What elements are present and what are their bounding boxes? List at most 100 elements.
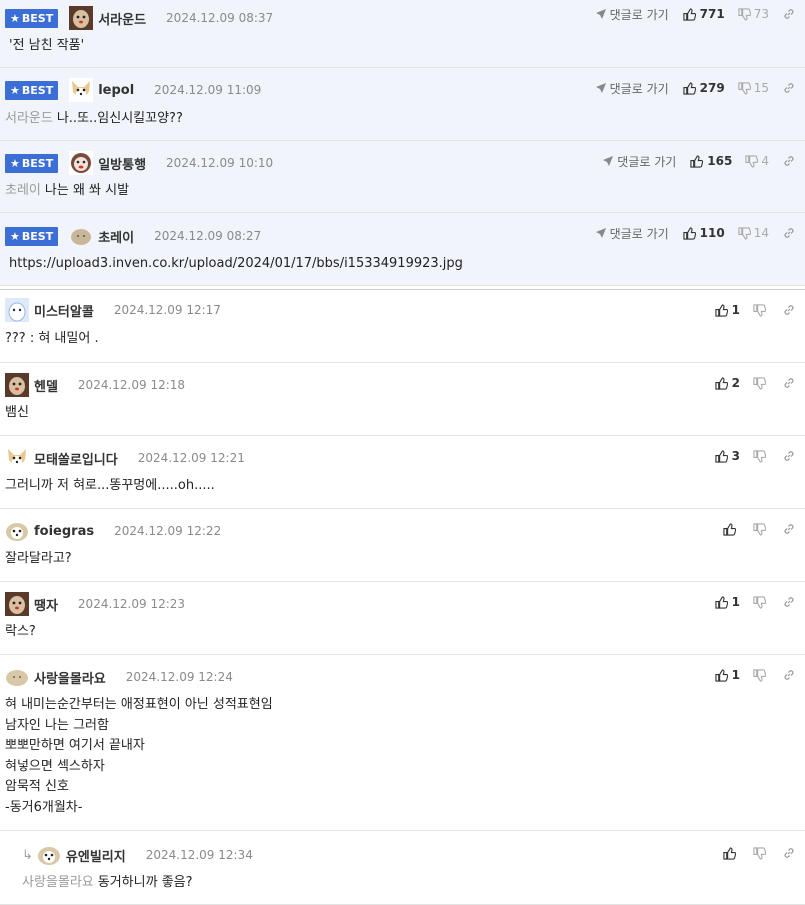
goto-comment-link[interactable]: 댓글로 가기 xyxy=(595,6,669,23)
avatar[interactable] xyxy=(69,78,94,102)
copy-link-button[interactable] xyxy=(783,304,795,316)
arrow-icon xyxy=(603,156,614,166)
nickname[interactable]: 유엔빌리지 xyxy=(66,846,126,865)
avatar[interactable] xyxy=(5,298,29,322)
copy-link-button[interactable] xyxy=(783,669,795,681)
mention[interactable]: 사랑을몰라요 xyxy=(22,875,94,890)
avatar[interactable] xyxy=(5,519,29,543)
copy-link-button[interactable] xyxy=(783,8,795,20)
comment-text: 그러니까 저 혀로...똥꾸멍에.....oh..... xyxy=(5,478,215,493)
nickname[interactable]: lepol xyxy=(98,83,134,98)
downvote-button[interactable]: 4 xyxy=(745,154,769,168)
nickname[interactable]: 미스터알콜 xyxy=(34,301,94,320)
downvote-button[interactable] xyxy=(753,303,769,317)
copy-link-button[interactable] xyxy=(783,847,795,859)
nickname[interactable]: foiegras xyxy=(34,524,94,539)
upvote-button[interactable]: 165 xyxy=(690,154,732,168)
comment-body: 락스? xyxy=(5,622,36,643)
timestamp: 2024.12.09 12:18 xyxy=(77,378,186,392)
mention[interactable]: 서라운드 xyxy=(5,111,53,126)
nickname[interactable]: 땡자 xyxy=(34,595,58,614)
thumbs-down-icon xyxy=(738,81,751,95)
comment-body: 서라운드 나..또..임신시킬꼬양?? xyxy=(5,109,183,130)
link-icon xyxy=(784,524,794,534)
link-icon xyxy=(784,305,794,315)
reply-arrow-icon: ↳ xyxy=(22,847,33,863)
avatar[interactable] xyxy=(5,665,29,689)
downvote-button[interactable] xyxy=(753,668,769,682)
thumbs-up-icon xyxy=(715,449,728,463)
avatar[interactable] xyxy=(69,224,93,248)
arrow-icon xyxy=(595,9,606,19)
nickname[interactable]: 서라운드 xyxy=(98,9,146,28)
downvote-button[interactable] xyxy=(753,522,769,536)
avatar[interactable] xyxy=(5,373,29,397)
thumbs-down-icon xyxy=(753,846,766,860)
avatar[interactable] xyxy=(37,843,61,867)
timestamp: 2024.12.09 08:37 xyxy=(166,11,274,25)
upvote-button[interactable]: 1 xyxy=(715,595,740,609)
nickname[interactable]: 헨델 xyxy=(34,376,58,395)
avatar[interactable] xyxy=(5,446,29,470)
mention[interactable]: 초레이 xyxy=(5,183,41,198)
avatar[interactable] xyxy=(69,151,94,175)
thumbs-down-icon xyxy=(753,449,766,463)
downvote-button[interactable] xyxy=(753,376,769,390)
upvote-button[interactable]: 771 xyxy=(683,7,725,21)
copy-link-button[interactable] xyxy=(783,450,795,462)
link-icon xyxy=(784,156,794,166)
goto-comment-link[interactable]: 댓글로 가기 xyxy=(603,153,676,170)
upvote-button[interactable]: 2 xyxy=(715,376,740,390)
upvote-button[interactable] xyxy=(723,846,740,860)
downvote-button[interactable] xyxy=(753,595,769,609)
star-icon: ★ xyxy=(10,83,20,97)
reply-comment: ↳ 유엔빌리지 2024.12.09 12:34 사랑을몰라요 동거하니까 좋음? xyxy=(0,831,805,905)
best-comment: ★ BEST 서라운드 2024.12.09 08:37 댓글로 가기 771 7… xyxy=(0,0,805,68)
downvote-button[interactable]: 73 xyxy=(738,7,769,21)
best-badge: ★ BEST xyxy=(5,8,59,28)
downvote-button[interactable]: 15 xyxy=(738,81,769,95)
comment: 모태쏠로입니다 2024.12.09 12:21 3 그러니까 저 혀로...똥… xyxy=(0,436,805,509)
nickname[interactable]: 초레이 xyxy=(98,227,134,246)
goto-comment-link[interactable]: 댓글로 가기 xyxy=(595,80,669,97)
downvote-button[interactable] xyxy=(753,846,769,860)
arrow-icon xyxy=(595,83,606,93)
copy-link-button[interactable] xyxy=(783,82,795,94)
thumbs-up-icon xyxy=(683,81,696,95)
upvote-button[interactable]: 1 xyxy=(715,303,740,317)
downvote-button[interactable]: 14 xyxy=(738,226,769,240)
comment-text: 나는 왜 쏴 시발 xyxy=(44,183,130,198)
best-badge: ★ BEST xyxy=(5,226,59,246)
thumbs-down-icon xyxy=(738,7,751,21)
upvote-button[interactable] xyxy=(723,522,740,536)
link-icon xyxy=(784,597,794,607)
nickname[interactable]: 사랑을몰라요 xyxy=(34,668,106,687)
comment-text: '전 남친 작품' xyxy=(9,38,85,53)
copy-link-button[interactable] xyxy=(783,377,795,389)
upvote-button[interactable]: 279 xyxy=(683,81,725,95)
thumbs-up-icon xyxy=(690,154,704,168)
best-comment: ★ BEST lepol 2024.12.09 11:09 댓글로 가기 279 … xyxy=(0,68,805,141)
copy-link-button[interactable] xyxy=(783,523,795,535)
best-comment: ★ BEST 초레이 2024.12.09 08:27 댓글로 가기 110 14… xyxy=(0,213,805,286)
thumbs-down-icon xyxy=(753,668,766,682)
upvote-button[interactable]: 3 xyxy=(715,449,740,463)
timestamp: 2024.12.09 12:21 xyxy=(137,451,245,465)
downvote-button[interactable] xyxy=(753,449,769,463)
avatar[interactable] xyxy=(5,592,29,616)
copy-link-button[interactable] xyxy=(783,155,795,167)
comment: 땡자 2024.12.09 12:23 1 락스? xyxy=(0,582,805,655)
link-icon xyxy=(784,83,794,93)
copy-link-button[interactable] xyxy=(783,227,795,239)
copy-link-button[interactable] xyxy=(783,596,795,608)
timestamp: 2024.12.09 12:24 xyxy=(125,670,233,684)
upvote-button[interactable]: 110 xyxy=(683,226,725,240)
timestamp: 2024.12.09 12:34 xyxy=(145,848,253,862)
link-icon xyxy=(784,670,794,680)
thumbs-down-icon xyxy=(753,303,766,317)
goto-comment-link[interactable]: 댓글로 가기 xyxy=(595,225,669,242)
avatar[interactable] xyxy=(69,6,94,30)
nickname[interactable]: 일방통행 xyxy=(98,154,146,173)
upvote-button[interactable]: 1 xyxy=(715,668,740,682)
nickname[interactable]: 모태쏠로입니다 xyxy=(34,449,118,468)
